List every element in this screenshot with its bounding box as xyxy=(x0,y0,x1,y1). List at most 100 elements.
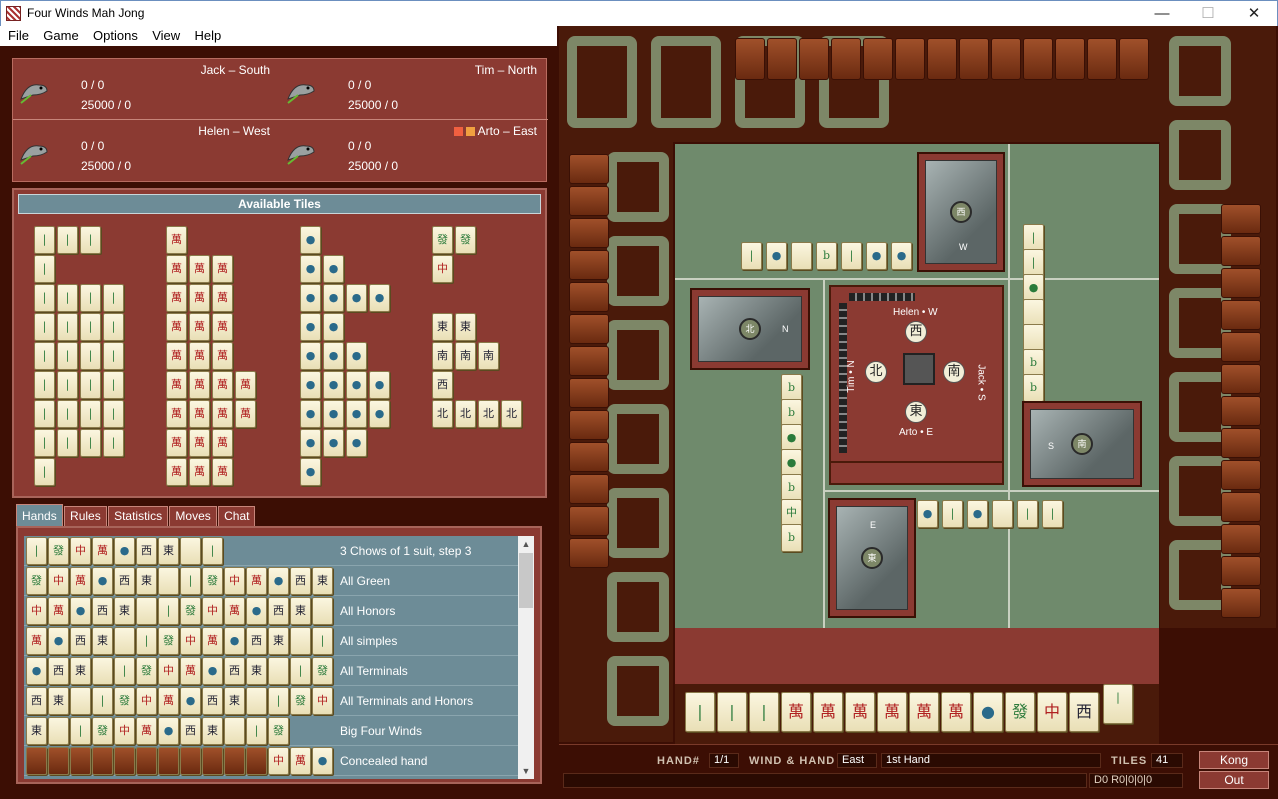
mahjong-tile-icon: ● xyxy=(300,284,321,312)
wall-tile-icon xyxy=(1221,588,1261,618)
mahjong-tile-icon: b xyxy=(1023,374,1044,402)
out-button[interactable]: Out xyxy=(1199,771,1269,789)
mahjong-tile-icon: 中 xyxy=(70,537,91,565)
mahjong-tile-icon: 發 xyxy=(202,567,223,595)
menu-file[interactable]: File xyxy=(8,26,29,43)
mahjong-tile-icon: 中 xyxy=(202,597,223,625)
mahjong-tile-icon: 東 xyxy=(92,627,113,655)
close-button[interactable]: ✕ xyxy=(1231,1,1277,27)
available-tiles-header: Available Tiles xyxy=(18,194,541,214)
wall-tile-icon xyxy=(895,38,925,80)
tab-hands[interactable]: Hands xyxy=(16,504,63,526)
hand-row[interactable]: 發中萬 ● 西東 | 發中萬 ● 西東 All Green xyxy=(24,566,518,596)
mahjong-tile-icon: | xyxy=(1023,249,1044,277)
lattice-ornament xyxy=(1169,120,1231,190)
wall-tile-icon xyxy=(991,38,1021,80)
mahjong-tile-icon: | xyxy=(34,226,55,254)
scroll-up-icon[interactable]: ▲ xyxy=(518,536,534,552)
mahjong-tile-icon xyxy=(92,747,113,775)
mahjong-tile-icon: ● xyxy=(346,371,367,399)
menu-options[interactable]: Options xyxy=(93,26,138,43)
mahjong-tile-icon: | xyxy=(80,429,101,457)
wall-tile-icon xyxy=(1221,236,1261,266)
mahjong-tile-icon: 萬 xyxy=(202,627,223,655)
mahjong-tile-icon: 中 xyxy=(158,657,179,685)
scroll-down-icon[interactable]: ▼ xyxy=(518,763,534,779)
hand-row[interactable]: ● 西東 | 發中萬 ● 西東 | 發 All Terminals xyxy=(24,656,518,686)
mahjong-tile-icon: 萬 xyxy=(212,284,233,312)
title-bar: Four Winds Mah Jong — ☐ ✕ xyxy=(0,0,1278,26)
wall-tile-icon xyxy=(1221,332,1261,362)
mahjong-tile-icon xyxy=(224,717,245,745)
kong-button[interactable]: Kong xyxy=(1199,751,1269,769)
mahjong-tile-icon: 萬 xyxy=(158,687,179,715)
hand-row[interactable]: 萬 ● 西東 | 發中萬 ● 西東 | All simples xyxy=(24,626,518,656)
mahjong-tile-icon: 萬 xyxy=(189,371,210,399)
hand-row[interactable]: 西東 | 發中萬 ● 西東 | 發中 All Terminals and Honors xyxy=(24,686,518,716)
mahjong-tile-icon: | xyxy=(34,342,55,370)
mahjong-tile-icon: | xyxy=(80,284,101,312)
mahjong-tile-icon: 中 xyxy=(136,687,157,715)
wall-tile-icon xyxy=(569,250,609,280)
menu-game[interactable]: Game xyxy=(43,26,78,43)
hand-tiles: 東 | 發中萬 ● 西東 | 發 xyxy=(26,717,332,745)
hand-row[interactable]: | 發中萬 ● 西東 | 3 Chows of 1 suit, step 3 xyxy=(24,536,518,566)
wall-tile-icon xyxy=(1221,428,1261,458)
mahjong-tile-icon: 萬 xyxy=(136,717,157,745)
mahjong-tile-icon: | xyxy=(114,657,135,685)
mahjong-tile-icon: 南 xyxy=(455,342,476,370)
mahjong-tile-icon: 西 xyxy=(224,657,245,685)
mahjong-tile-icon: | xyxy=(34,284,55,312)
hand-row[interactable]: 中萬 ● Concealed hand xyxy=(24,746,518,776)
player-name: Jack – South xyxy=(200,63,270,77)
wall-tile-icon xyxy=(1087,38,1117,80)
mahjong-tile-icon xyxy=(791,242,812,270)
minimize-button[interactable]: — xyxy=(1139,1,1185,27)
seat-letter: W xyxy=(959,242,968,252)
window-title: Four Winds Mah Jong xyxy=(27,6,145,20)
mahjong-tile-icon: 西 xyxy=(26,687,47,715)
hand-tiles: 中萬 ● xyxy=(26,747,333,775)
mahjong-tile-icon: ● xyxy=(967,500,988,528)
tab-rules[interactable]: Rules xyxy=(64,506,107,526)
mahjong-tile-icon: | xyxy=(57,342,78,370)
tab-chat[interactable]: Chat xyxy=(218,506,256,526)
tab-statistics[interactable]: Statistics xyxy=(108,506,169,526)
hand-row[interactable]: 中萬 ● 西東 | 發中萬 ● 西東 All Honors xyxy=(24,596,518,626)
mahjong-tile-icon: | xyxy=(103,400,124,428)
mahjong-tile-icon xyxy=(158,567,179,595)
mahjong-tile-icon: | xyxy=(103,313,124,341)
mahjong-tile-icon: 中 xyxy=(26,597,47,625)
mahjong-tile-icon xyxy=(268,657,289,685)
mahjong-tile-icon: 東 xyxy=(224,687,245,715)
hand-row[interactable]: 東 | 發中萬 ● 西東 | 發 Big Four Winds xyxy=(24,716,518,746)
menu-help[interactable]: Help xyxy=(195,26,222,43)
mahjong-tile-icon xyxy=(136,597,157,625)
player-score: 0 / 0 xyxy=(348,139,372,153)
player-rack: | | | 萬萬萬萬萬萬 ● 發中西 | xyxy=(675,684,1159,744)
maximize-button[interactable]: ☐ xyxy=(1185,1,1231,27)
hands-scrollbar[interactable]: ▲ ▼ xyxy=(518,536,534,779)
mahjong-tile-icon: | xyxy=(57,371,78,399)
tab-moves[interactable]: Moves xyxy=(169,506,217,526)
seat-east: 東E xyxy=(828,498,916,618)
hand-number-value: 1/1 xyxy=(709,753,739,768)
mahjong-tile-icon: ● xyxy=(300,255,321,283)
mahjong-tile-icon: 發 xyxy=(432,226,453,254)
wall-tile-icon xyxy=(569,506,609,536)
center-name-bottom: Arto • E xyxy=(899,427,934,438)
wall-counter xyxy=(849,293,915,301)
mahjong-tile-icon: 西 xyxy=(246,627,267,655)
mahjong-tile-icon: ● xyxy=(1023,274,1044,302)
wall-tile-icon xyxy=(863,38,893,80)
menu-view[interactable]: View xyxy=(152,26,180,43)
player-arto: Arto – East 0 / 0 25000 / 0 xyxy=(280,120,547,180)
mahjong-tile-icon: b xyxy=(781,474,802,502)
lattice-ornament xyxy=(567,36,637,128)
mahjong-tile-icon: 東 xyxy=(432,313,453,341)
mahjong-tile-icon: 西 xyxy=(1069,692,1099,732)
mahjong-tile-icon xyxy=(70,747,91,775)
center-name-right: Jack • S xyxy=(975,364,987,401)
mahjong-tile-icon xyxy=(246,687,267,715)
scroll-thumb[interactable] xyxy=(519,553,533,608)
